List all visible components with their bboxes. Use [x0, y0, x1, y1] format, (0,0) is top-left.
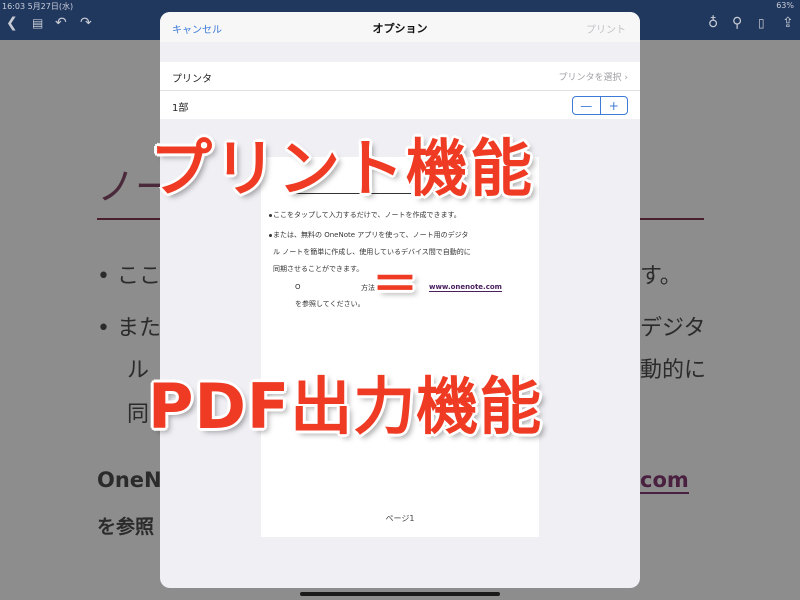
caption-equals: ＝: [372, 257, 418, 311]
share-icon[interactable]: ⇪: [782, 16, 794, 30]
note-bullet-1: • ここ: [97, 264, 161, 289]
print-button[interactable]: プリント: [586, 21, 626, 36]
dialog-header: キャンセル オプション プリント: [160, 12, 640, 42]
device-icon[interactable]: ▯: [758, 16, 765, 30]
preview-page-number: ページ1: [385, 514, 415, 523]
home-indicator[interactable]: [300, 592, 500, 596]
search-icon[interactable]: ⚲: [732, 16, 742, 30]
preview-link: www.onenote.com: [429, 283, 502, 292]
preview-line-4-start: O: [295, 283, 301, 291]
printer-row[interactable]: プリンタ プリンタを選択 ›: [160, 62, 640, 91]
copies-stepper[interactable]: — +: [572, 96, 628, 115]
note-bullet-2-end: デジタ: [640, 316, 706, 341]
copies-row: 1部 — +: [160, 91, 640, 119]
printer-select[interactable]: プリンタを選択 ›: [559, 70, 628, 83]
preview-bullet-2a: または、無料の OneNote アプリを使って、ノート用のデジタ: [273, 231, 469, 239]
note-link[interactable]: com: [640, 468, 689, 494]
status-battery: 63%: [776, 1, 794, 10]
note-line-3: ル: [127, 358, 150, 383]
note-line-4: 同: [127, 402, 150, 427]
lightbulb-icon[interactable]: ♁: [708, 16, 718, 30]
dialog-title: オプション: [372, 22, 428, 35]
preview-bullet-1: ここをタップして入力するだけで、ノートを作成できます。: [273, 211, 461, 219]
redo-icon[interactable]: ↷: [80, 16, 92, 30]
preview-bullet-dot: [269, 234, 272, 237]
note-bullet-2: • また: [97, 316, 161, 341]
note-bullet-1-end: す。: [640, 264, 682, 289]
print-preview-page: ここをタップして入力するだけで、ノートを作成できます。 または、無料の OneN…: [261, 157, 539, 537]
increment-button[interactable]: +: [601, 97, 628, 114]
decrement-button[interactable]: —: [573, 97, 601, 114]
printer-label: プリンタ: [172, 74, 212, 85]
status-time-date: 16:03 5月27日(水): [2, 2, 74, 11]
note-line-3-end: 動的に: [640, 358, 707, 383]
tabs-icon[interactable]: ▤: [32, 16, 43, 30]
caption-print-feature: プリント機能: [150, 132, 535, 205]
chevron-left-icon[interactable]: ❮: [6, 16, 18, 30]
undo-icon[interactable]: ↶: [55, 16, 67, 30]
preview-line-5: を参照してください。: [295, 300, 365, 308]
note-ref-text: を参照: [97, 516, 155, 538]
preview-bullet-2c: 同期させることができます。: [273, 265, 364, 273]
preview-bullet-dot: [269, 214, 272, 217]
caption-pdf-feature: PDF出力機能: [148, 370, 543, 443]
copies-label: 1部: [172, 103, 189, 114]
